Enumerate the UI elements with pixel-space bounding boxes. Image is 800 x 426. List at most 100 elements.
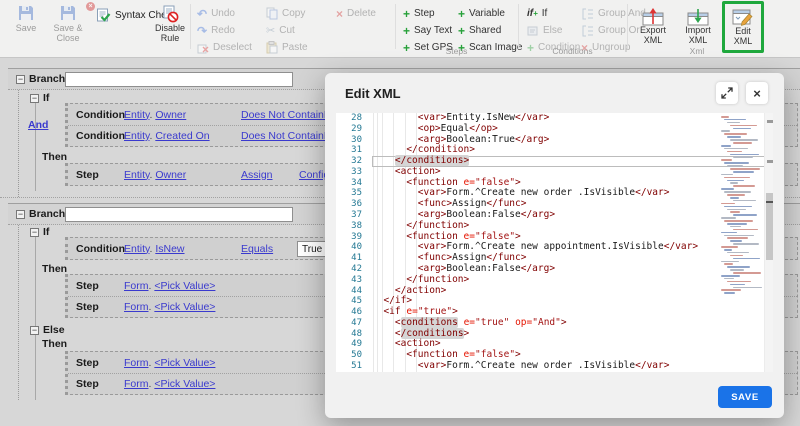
import-xml-button[interactable]: Import XML	[676, 5, 720, 45]
minimap-line	[730, 283, 745, 286]
save-close-button[interactable]: × Save & Close	[46, 2, 95, 43]
line-number: 39	[351, 231, 362, 242]
collapse-icon[interactable]: −	[16, 74, 25, 84]
operator-link[interactable]: Equals	[241, 243, 273, 255]
minimap-line	[727, 150, 742, 153]
paste-button[interactable]: Paste	[266, 41, 308, 54]
conditions-group-label: Conditions	[552, 46, 593, 56]
minimap-line	[730, 124, 757, 127]
branch1-name-input[interactable]	[65, 72, 293, 87]
pick-value-link[interactable]: <Pick Value>	[154, 301, 215, 313]
line-number: 28	[351, 113, 362, 123]
branch2-name-input[interactable]	[65, 207, 293, 222]
minimap-line	[730, 168, 760, 170]
add-shared-button[interactable]: + Shared	[458, 24, 501, 37]
group-and-icon	[581, 8, 594, 20]
redo-button[interactable]: ↷ Redo	[197, 24, 235, 37]
add-else-button[interactable]: Else	[527, 24, 562, 37]
xml-group-label: Xml	[689, 46, 705, 56]
form-link[interactable]: Form	[124, 301, 149, 313]
line-number: 41	[351, 253, 362, 264]
line-number: 31	[351, 145, 362, 156]
minimap-line	[724, 277, 734, 280]
deselect-button[interactable]: Deselect	[197, 41, 252, 54]
delete-icon: ×	[336, 6, 344, 21]
plus-icon: +	[458, 6, 466, 21]
maximize-button[interactable]	[716, 82, 738, 104]
export-xml-icon	[630, 7, 676, 26]
toolbar-separator	[190, 4, 191, 49]
minimap-line	[721, 116, 729, 118]
deselect-icon	[197, 42, 209, 54]
minimap-line	[721, 202, 735, 205]
line-number: 36	[351, 199, 362, 210]
branch2-if-node[interactable]: − If	[30, 226, 49, 238]
field-link[interactable]: Owner	[155, 109, 186, 121]
minimap-line	[733, 257, 760, 260]
minimap-line	[727, 194, 745, 196]
cut-button[interactable]: ✂ Cut	[266, 24, 295, 37]
code-line[interactable]: 47 <conditions e="true" op="And">	[336, 316, 773, 329]
form-link[interactable]: Form	[124, 378, 149, 390]
add-variable-button[interactable]: + Variable	[458, 7, 505, 20]
entity-link[interactable]: Entity	[124, 130, 149, 142]
overview-ruler-mark	[766, 120, 773, 123]
branch-label: Branch:	[29, 73, 69, 85]
entity-link[interactable]: Entity	[124, 109, 149, 121]
redo-icon: ↷	[197, 23, 208, 38]
branch2-else-node[interactable]: − Else	[30, 324, 65, 336]
minimap-line	[733, 272, 761, 274]
minimap-line	[733, 156, 753, 159]
undo-button[interactable]: ↶ Undo	[197, 7, 235, 20]
minimap-line	[721, 274, 740, 277]
minimap-line	[724, 118, 746, 121]
export-xml-button[interactable]: Export XML	[630, 5, 676, 45]
save-button[interactable]: Save	[4, 3, 48, 34]
minimap-line	[730, 211, 740, 213]
field-link[interactable]: IsNew	[155, 243, 184, 255]
form-link[interactable]: Form	[124, 280, 149, 292]
scrollbar-thumb[interactable]	[766, 193, 773, 260]
minimap-line	[733, 228, 758, 231]
minimap-line	[721, 173, 733, 176]
collapse-icon[interactable]: −	[16, 209, 25, 219]
pick-value-link[interactable]: <Pick Value>	[154, 280, 215, 292]
branch1-if-node[interactable]: − If	[30, 92, 49, 104]
collapse-icon[interactable]: −	[30, 93, 39, 103]
entity-link[interactable]: Entity	[124, 169, 149, 181]
editor-scrollbar[interactable]	[764, 113, 773, 372]
close-button[interactable]: ×	[746, 82, 768, 104]
xml-code-editor[interactable]: 28 <var>Entity.IsNew</var> 29 <op>Equal</…	[336, 113, 773, 372]
line-number: 30	[351, 134, 362, 145]
branch2-then-node: Then	[42, 263, 68, 275]
form-link[interactable]: Form	[124, 357, 149, 369]
add-if-button[interactable]: if + If	[527, 7, 547, 20]
minimap[interactable]	[720, 116, 762, 295]
disable-rule-button[interactable]: Disable Rule	[148, 3, 192, 43]
field-link[interactable]: Created On	[155, 130, 209, 142]
minimap-line	[721, 289, 741, 292]
import-xml-icon	[676, 7, 720, 26]
copy-icon	[266, 7, 278, 20]
add-say-text-button[interactable]: + Say Text	[403, 24, 452, 37]
entity-link[interactable]: Entity	[124, 243, 149, 255]
minimap-line	[730, 240, 742, 242]
action-link[interactable]: Assign	[241, 169, 273, 181]
collapse-icon[interactable]: −	[30, 227, 39, 237]
pick-value-link[interactable]: <Pick Value>	[154, 357, 215, 369]
dialog-title: Edit XML	[345, 86, 401, 101]
line-number: 37	[351, 210, 362, 221]
save-xml-button[interactable]: SAVE	[718, 386, 772, 408]
field-link[interactable]: Owner	[155, 169, 186, 181]
copy-button[interactable]: Copy	[266, 7, 305, 20]
code-line[interactable]: 51 <var>Form.^Create new order .IsVisibl…	[336, 360, 773, 372]
line-number: 29	[351, 123, 362, 134]
minimap-line	[721, 188, 734, 190]
pick-value-link[interactable]: <Pick Value>	[154, 378, 215, 390]
minimap-line	[730, 254, 743, 257]
syntax-check-icon	[96, 8, 111, 23]
delete-button[interactable]: × Delete	[336, 7, 376, 20]
add-step-button[interactable]: + Step	[403, 7, 435, 20]
collapse-icon[interactable]: −	[30, 325, 39, 335]
and-operator-link[interactable]: And	[28, 119, 48, 131]
